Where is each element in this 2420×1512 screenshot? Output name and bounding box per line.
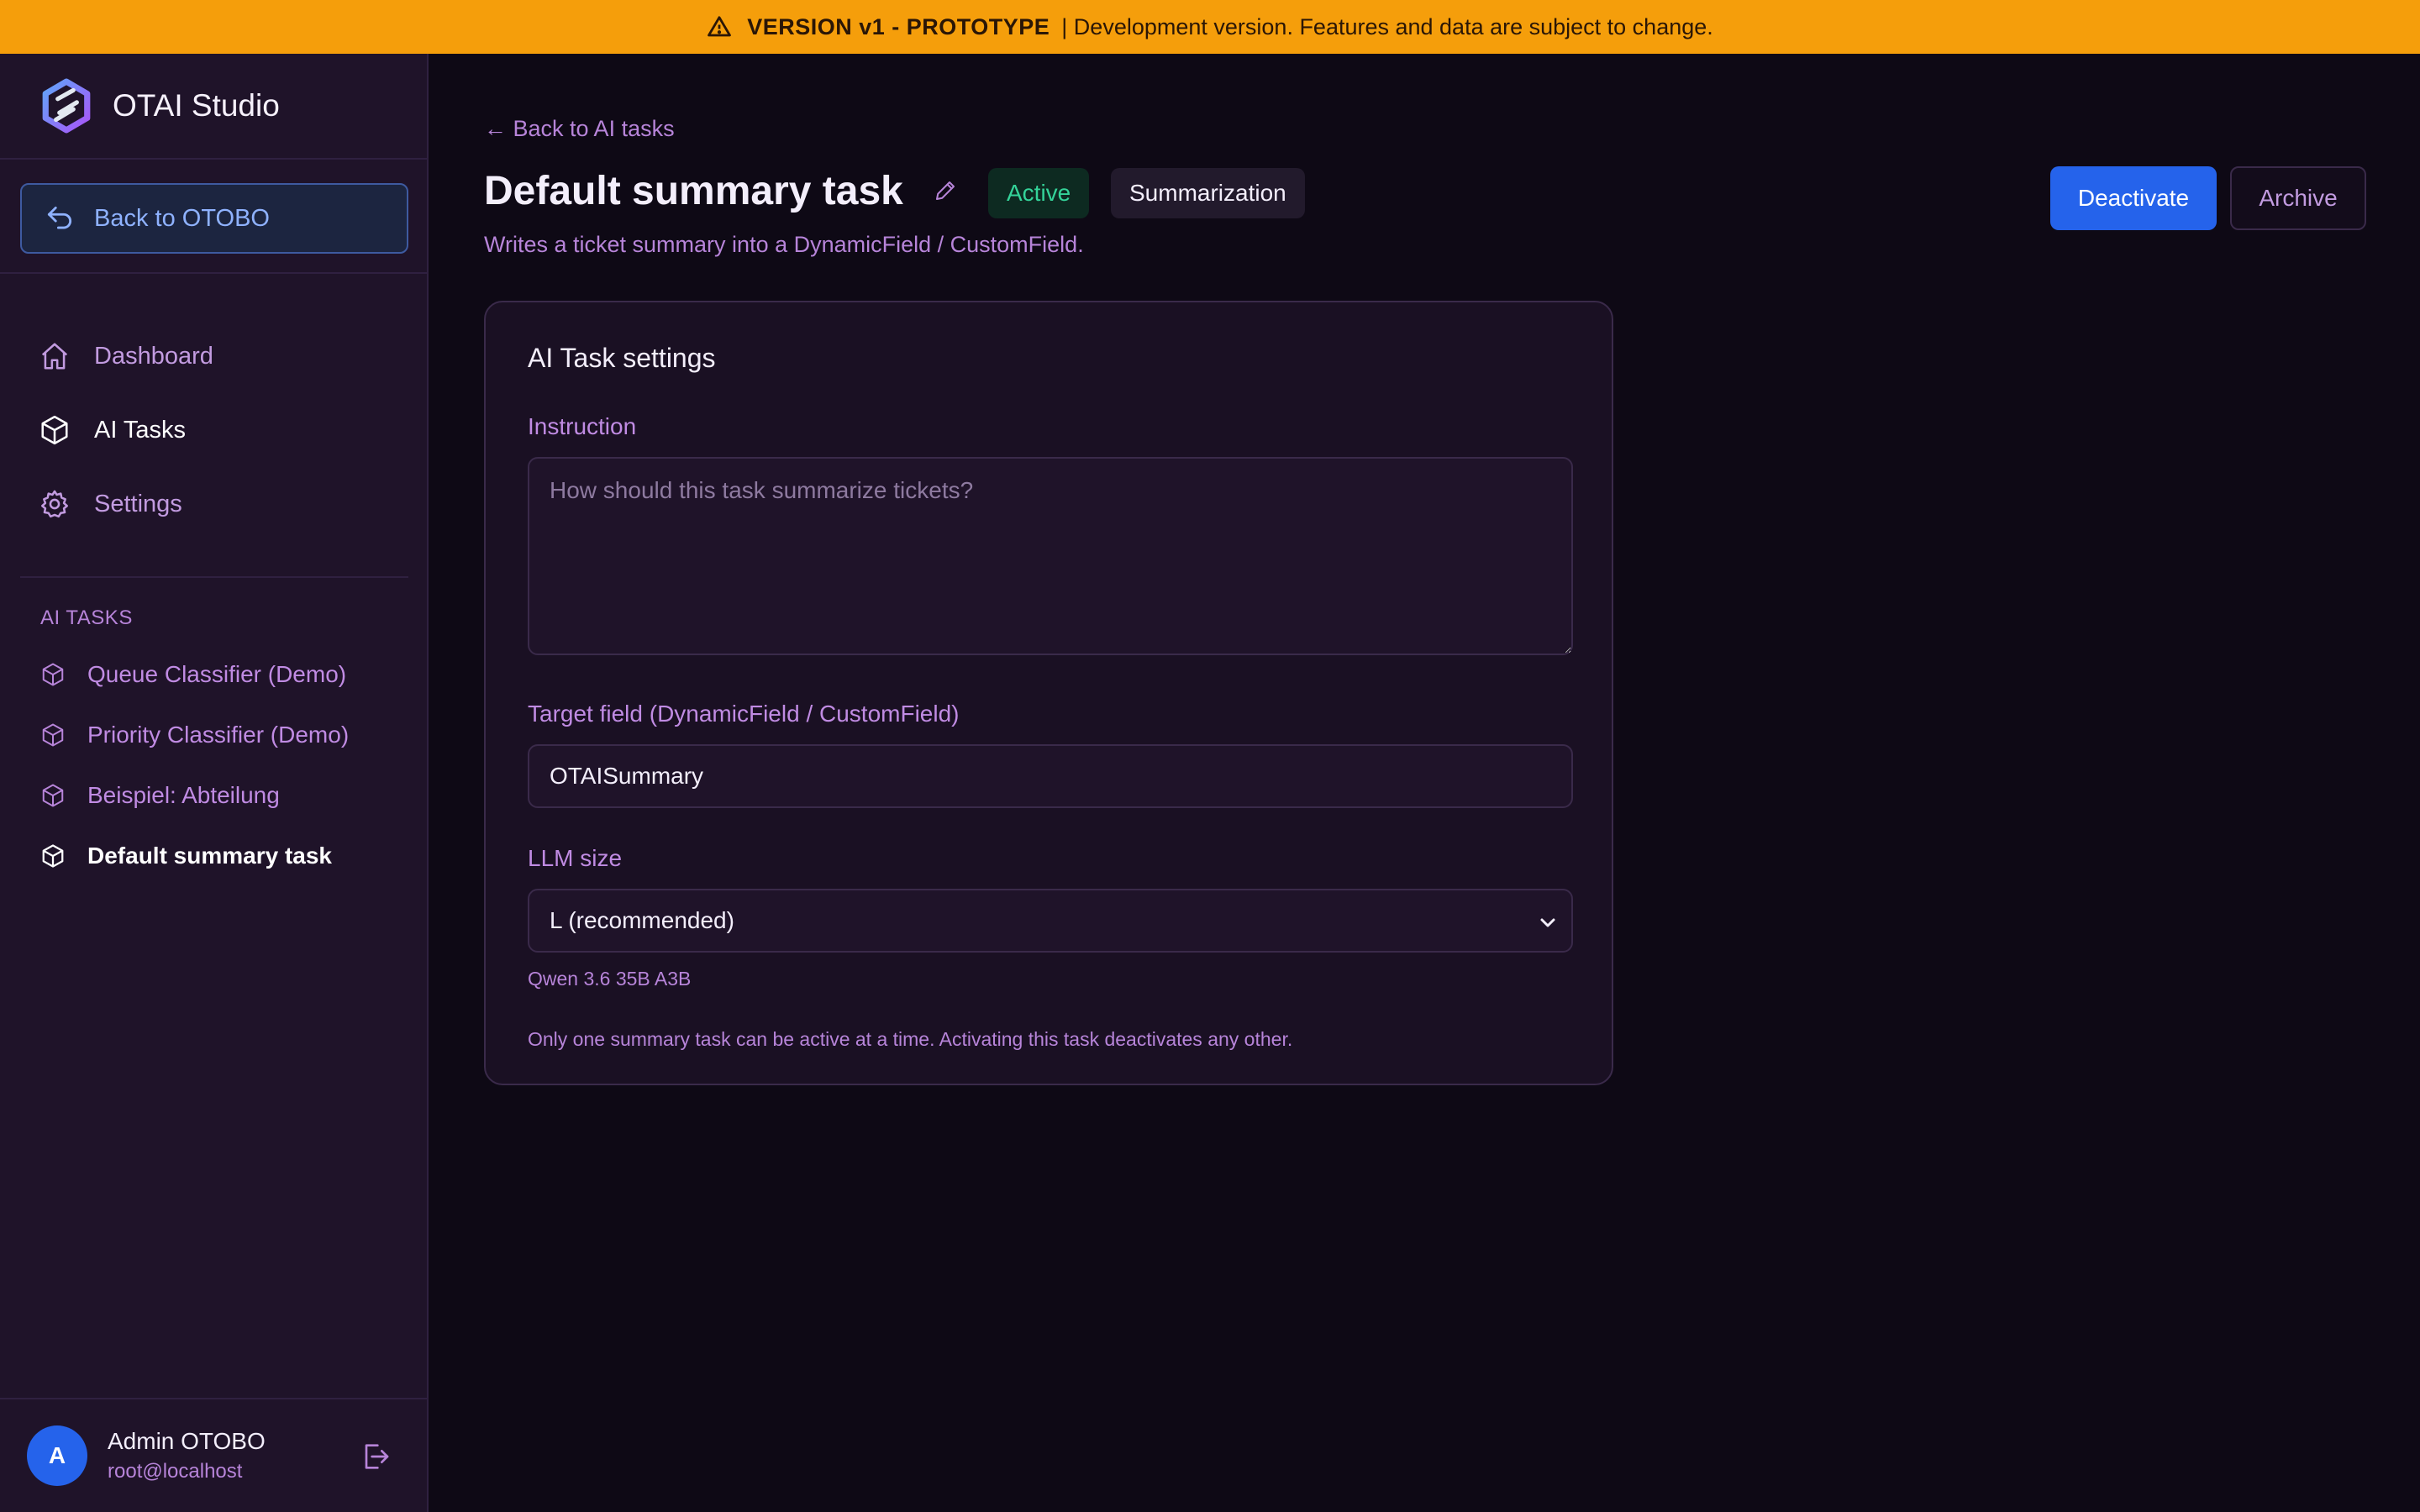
llm-size-value: L (recommended): [550, 907, 734, 933]
ai-task-settings-card: AI Task settings Instruction Target fiel…: [484, 301, 1613, 1085]
llm-model-hint: Qwen 3.6 35B A3B: [528, 968, 692, 990]
nav-label: Settings: [94, 490, 182, 517]
task-item-beispiel-abteilung[interactable]: Beispiel: Abteilung: [40, 774, 280, 816]
user-email: root@localhost: [108, 1460, 243, 1483]
sidebar: OTAI Studio Back to OTOBO Dashboard AI T…: [0, 54, 429, 1512]
cube-icon: [42, 784, 64, 807]
task-label: Beispiel: Abteilung: [87, 782, 280, 808]
logout-icon[interactable]: [358, 1440, 392, 1473]
nav-item-dashboard[interactable]: Dashboard: [39, 333, 213, 380]
page-title: Default summary task: [484, 169, 903, 213]
home-icon: [41, 343, 68, 370]
back-to-ai-tasks-link[interactable]: ← Back to AI tasks: [484, 116, 675, 142]
nav-item-ai-tasks[interactable]: AI Tasks: [39, 407, 186, 454]
summary-note: Only one summary task can be active at a…: [528, 1028, 1293, 1050]
divider: [0, 272, 427, 274]
brand-name: OTAI Studio: [113, 88, 280, 123]
card-title: AI Task settings: [528, 343, 716, 373]
warning-triangle-icon: [708, 16, 732, 37]
task-label: Queue Classifier (Demo): [87, 661, 347, 687]
deactivate-button[interactable]: Deactivate: [2050, 166, 2217, 230]
gear-icon: [41, 490, 68, 518]
task-item-queue-classifier[interactable]: Queue Classifier (Demo): [40, 654, 346, 696]
nav-label: AI Tasks: [94, 416, 187, 444]
target-field-label: Target field (DynamicField / CustomField…: [528, 701, 960, 727]
nav-label: Dashboard: [94, 342, 213, 370]
user-panel: A Admin OTOBO root@localhost: [0, 1398, 427, 1512]
prototype-banner: VERSION v1 - PROTOTYPE | Development ver…: [0, 0, 2420, 54]
instruction-textarea[interactable]: [528, 457, 1573, 655]
banner-message: | Development version. Features and data…: [1061, 13, 1713, 39]
back-to-otobo-label: Back to OTOBO: [94, 204, 270, 232]
otai-logo-icon: [42, 78, 91, 134]
brand[interactable]: OTAI Studio: [0, 54, 427, 160]
task-item-default-summary[interactable]: Default summary task: [40, 835, 332, 877]
pencil-icon[interactable]: [933, 178, 958, 203]
cube-icon: [42, 844, 64, 868]
back-to-otobo-button[interactable]: Back to OTOBO: [20, 183, 408, 254]
cube-icon: [42, 723, 64, 747]
divider: [20, 576, 408, 578]
section-label-ai-tasks: AI TASKS: [40, 606, 133, 629]
nav-item-settings[interactable]: Settings: [39, 480, 182, 528]
avatar[interactable]: A: [27, 1425, 87, 1486]
cube-icon: [42, 663, 64, 686]
target-field-input[interactable]: [528, 744, 1573, 808]
chevron-down-icon: [1540, 918, 1555, 927]
page-subtitle: Writes a ticket summary into a DynamicFi…: [484, 232, 1084, 257]
task-label: Priority Classifier (Demo): [87, 722, 350, 748]
type-badge: Summarization: [1111, 168, 1305, 218]
undo-arrow-icon: [47, 206, 72, 229]
user-info: Admin OTOBO root@localhost: [108, 1428, 266, 1483]
instruction-label: Instruction: [528, 413, 637, 439]
llm-size-select[interactable]: L (recommended): [528, 889, 1573, 953]
task-item-priority-classifier[interactable]: Priority Classifier (Demo): [40, 714, 349, 756]
archive-button[interactable]: Archive: [2230, 166, 2366, 230]
status-badge: Active: [988, 168, 1090, 218]
llm-size-label: LLM size: [528, 845, 623, 871]
banner-version: VERSION v1 - PROTOTYPE: [747, 13, 1050, 39]
user-name: Admin OTOBO: [108, 1428, 266, 1454]
cube-icon: [41, 415, 68, 445]
task-label: Default summary task: [87, 843, 333, 869]
